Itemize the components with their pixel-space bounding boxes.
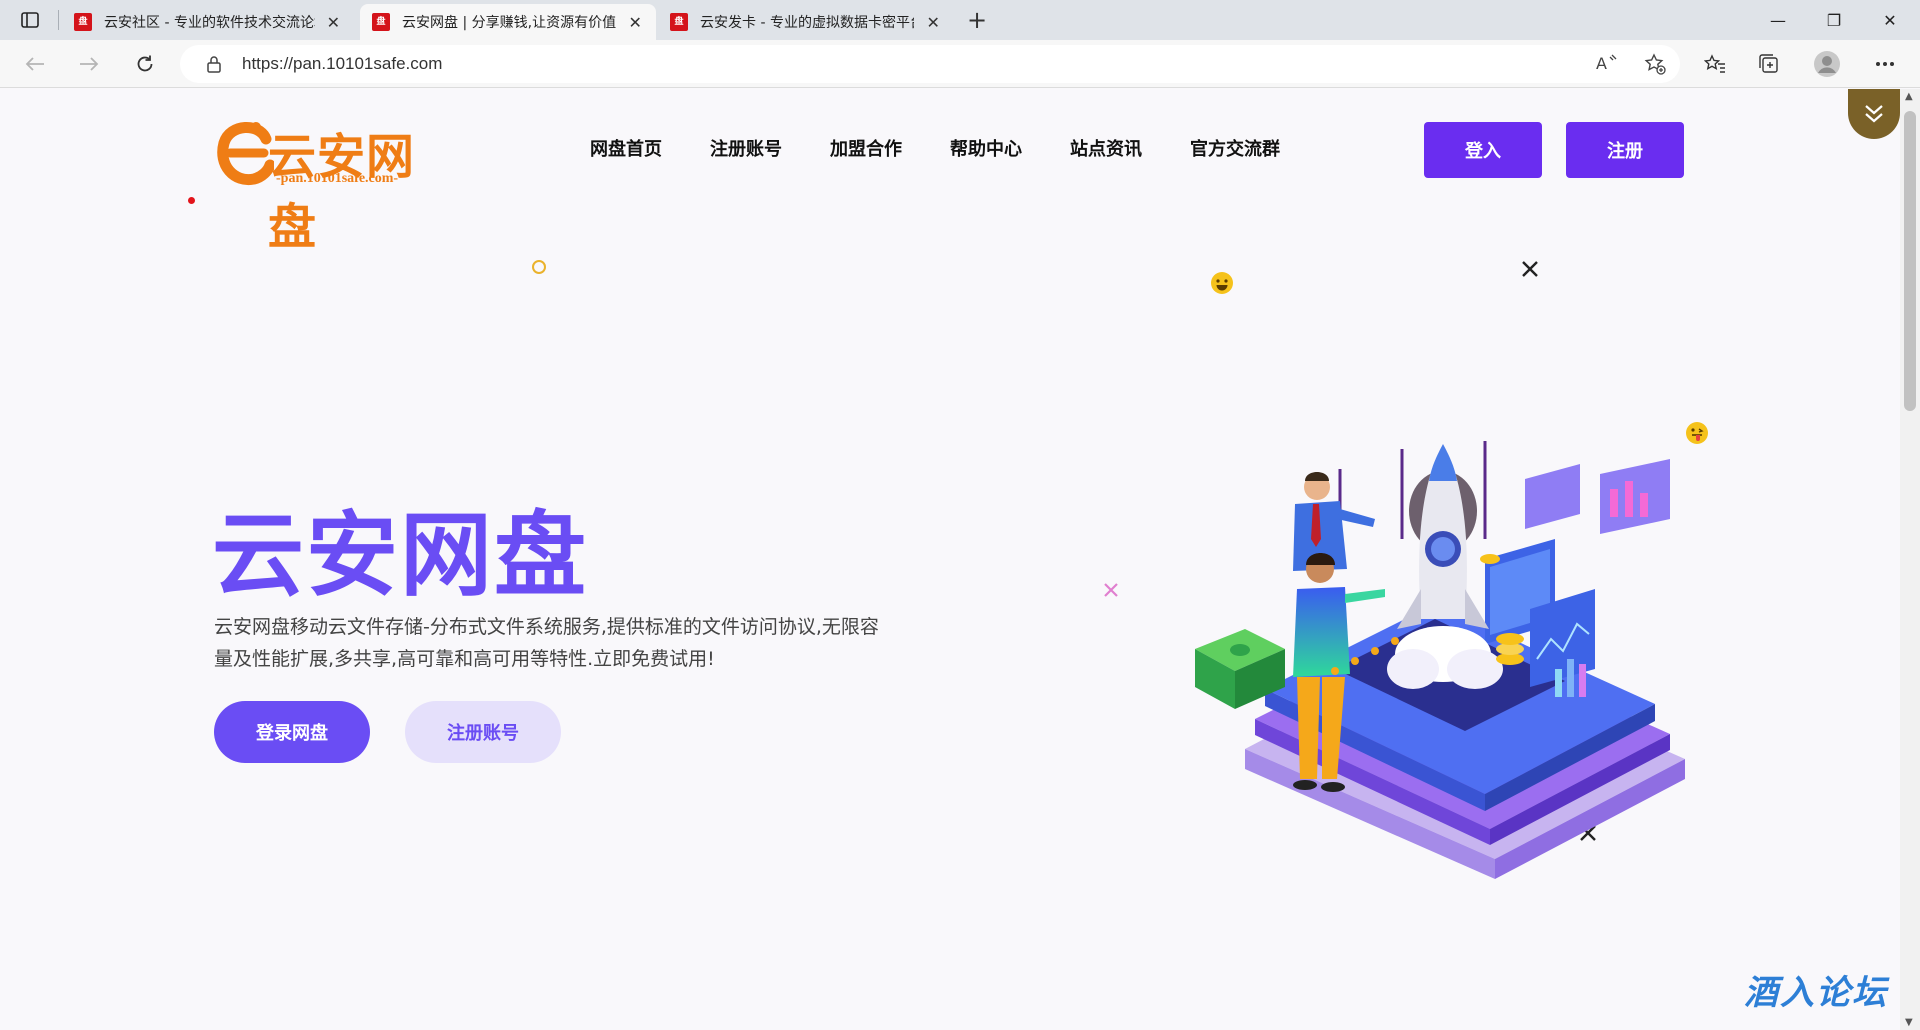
hero-title: 云安网盘 (212, 502, 589, 609)
page-content: 云安网盘 -pan.10101safe.com- 网盘首页 注册账号 加盟合作 … (0, 89, 1900, 1030)
more-menu-icon[interactable] (1868, 48, 1902, 80)
logo-text: 云安网盘 (268, 129, 416, 255)
tab-title: 云安社区 - 专业的软件技术交流论坛 (104, 15, 315, 31)
register-account-button[interactable]: 注册账号 (405, 701, 561, 763)
decor-dot (188, 197, 195, 204)
main-navigation: 网盘首页 注册账号 加盟合作 帮助中心 站点资讯 官方交流群 (590, 135, 1328, 161)
scrollbar-thumb[interactable] (1904, 111, 1916, 411)
tab-title: 云安网盘 | 分享赚钱,让资源有价值 (402, 15, 617, 31)
logo-e-icon (217, 122, 274, 186)
browser-tab-0[interactable]: 盘 云安社区 - 专业的软件技术交流论坛 ✕ (62, 4, 354, 40)
read-aloud-icon[interactable]: A (1596, 53, 1618, 79)
decor-cross-icon (1522, 261, 1538, 277)
tab-close-icon[interactable]: ✕ (924, 13, 942, 32)
favorites-icon[interactable] (1698, 48, 1732, 80)
tab-title: 云安发卡 - 专业的虚拟数据卡密平台 (700, 15, 915, 31)
login-button[interactable]: 登入 (1424, 122, 1542, 178)
rocket-isometric-illustration (1195, 441, 1685, 879)
browser-tab-1[interactable]: 盘 云安网盘 | 分享赚钱,让资源有价值 ✕ (360, 4, 656, 40)
hero-description: 云安网盘移动云文件存储-分布式文件系统服务,提供标准的文件访问协议,无限容量及性… (214, 616, 879, 670)
browser-tab-2[interactable]: 盘 云安发卡 - 专业的虚拟数据卡密平台 ✕ (658, 4, 954, 40)
nav-item-help[interactable]: 帮助中心 (950, 135, 1022, 161)
nav-item-register[interactable]: 注册账号 (710, 135, 782, 161)
address-url[interactable]: https://pan.10101safe.com (242, 54, 442, 74)
tab-separator (58, 10, 59, 30)
logo-subtitle: -pan.10101safe.com- (276, 171, 399, 186)
register-button[interactable]: 注册 (1566, 122, 1684, 178)
address-bar[interactable]: https://pan.10101safe.com A (180, 45, 1680, 83)
browser-toolbar: https://pan.10101safe.com A (0, 40, 1920, 88)
restore-button[interactable]: ❐ (1806, 0, 1862, 40)
profile-avatar-icon[interactable] (1810, 48, 1844, 80)
double-chevron-down-icon (1865, 105, 1883, 123)
site-favicon-icon: 盘 (372, 13, 390, 31)
add-favorite-icon[interactable] (1644, 53, 1666, 79)
tab-actions-icon[interactable] (12, 6, 48, 34)
smiley-icon (1211, 272, 1233, 294)
svg-text:A: A (1596, 54, 1607, 73)
nav-item-home[interactable]: 网盘首页 (590, 135, 662, 161)
collections-icon[interactable] (1752, 48, 1786, 80)
nav-item-partnership[interactable]: 加盟合作 (830, 135, 902, 161)
forum-watermark: 酒入论坛 (1744, 973, 1888, 1013)
nav-item-news[interactable]: 站点资讯 (1070, 135, 1142, 161)
minimize-button[interactable]: — (1750, 0, 1806, 40)
browser-tab-bar: 盘 云安社区 - 专业的软件技术交流论坛 ✕ 盘 云安网盘 | 分享赚钱,让资源… (0, 0, 1920, 40)
back-arrow-icon[interactable] (18, 48, 52, 80)
nav-item-group[interactable]: 官方交流群 (1190, 135, 1280, 161)
decor-circle-icon (532, 260, 546, 274)
tab-close-icon[interactable]: ✕ (325, 13, 342, 32)
site-favicon-icon: 盘 (670, 13, 688, 31)
scroll-down-badge[interactable] (1848, 89, 1900, 139)
scroll-up-arrow-icon[interactable]: ▲ (1905, 91, 1913, 102)
refresh-icon[interactable] (128, 48, 162, 80)
forward-arrow-icon[interactable] (72, 48, 106, 80)
page-scrollbar[interactable]: ▲ ▼ (1900, 89, 1920, 1030)
site-logo[interactable]: 云安网盘 -pan.10101safe.com- (216, 111, 446, 255)
login-drive-button[interactable]: 登录网盘 (214, 701, 370, 763)
decor-pink-cross-icon (1104, 583, 1118, 597)
tab-close-icon[interactable]: ✕ (626, 13, 644, 32)
lock-icon[interactable] (204, 54, 224, 74)
site-favicon-icon: 盘 (74, 13, 92, 31)
scroll-down-arrow-icon[interactable]: ▼ (1905, 1017, 1913, 1028)
new-tab-button[interactable]: + (962, 6, 992, 36)
close-window-button[interactable]: ✕ (1862, 0, 1918, 40)
